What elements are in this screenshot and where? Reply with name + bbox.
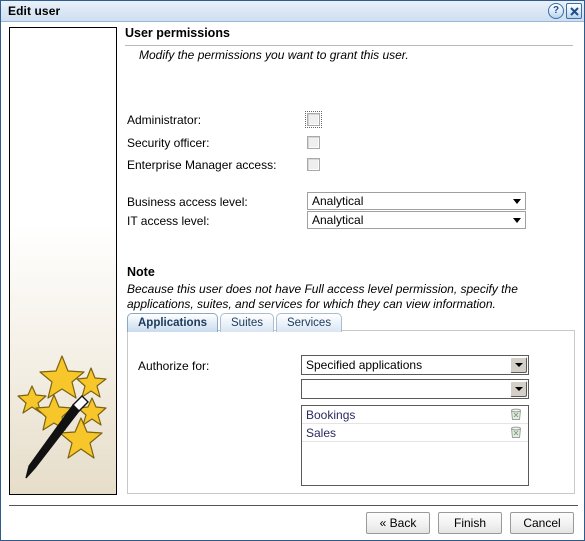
permission-label: Security officer:: [127, 136, 210, 150]
finish-button[interactable]: Finish: [438, 512, 502, 534]
tab-panel-applications: Authorize for: Specified applications Bo…: [127, 330, 575, 494]
trash-glyph: [510, 426, 522, 438]
wizard-sidebar: [9, 27, 117, 495]
it-access-level-select[interactable]: Analytical: [307, 211, 526, 229]
business-access-level-value: Analytical: [312, 194, 364, 208]
cancel-button[interactable]: Cancel: [510, 512, 574, 534]
trash-glyph: [510, 408, 522, 420]
help-icon[interactable]: ?: [548, 3, 564, 19]
chevron-down-icon: [510, 381, 527, 397]
it-access-level-row: IT access level: Analytical: [127, 211, 527, 231]
footer-divider: [9, 505, 578, 506]
magic-wand-icon: [16, 346, 112, 486]
tab-services[interactable]: Services: [275, 313, 343, 332]
tab-strip: Applications Suites Services: [127, 312, 343, 332]
list-item[interactable]: Bookings: [302, 406, 528, 424]
chevron-down-icon: [513, 199, 521, 204]
chevron-down-icon: [510, 357, 527, 373]
tab-applications[interactable]: Applications: [127, 313, 219, 332]
authorize-for-label: Authorize for:: [138, 359, 210, 373]
permission-row-security-officer: Security officer:: [127, 135, 457, 153]
business-access-level-select[interactable]: Analytical: [307, 192, 526, 210]
permission-row-enterprise-manager-access: Enterprise Manager access:: [127, 157, 457, 175]
permission-label: Administrator:: [127, 113, 202, 127]
window-title: Edit user: [8, 4, 61, 18]
trash-icon[interactable]: [510, 426, 522, 439]
it-access-level-label: IT access level:: [127, 214, 210, 228]
business-access-level-label: Business access level:: [127, 195, 248, 209]
tab-suites[interactable]: Suites: [220, 313, 274, 332]
trash-icon[interactable]: [510, 408, 522, 421]
note-body: Because this user does not have Full acc…: [127, 282, 518, 311]
authorized-applications-list[interactable]: Bookings Sales: [301, 405, 529, 486]
page-title: User permissions: [125, 26, 230, 40]
back-button[interactable]: « Back: [366, 512, 430, 534]
note-title: Note: [127, 265, 155, 279]
add-application-select[interactable]: [301, 379, 529, 399]
close-icon[interactable]: [566, 3, 582, 19]
security-officer-checkbox[interactable]: [307, 136, 320, 149]
title-bar: Edit user ?: [1, 1, 584, 22]
authorize-for-select[interactable]: Specified applications: [301, 355, 529, 375]
permission-label: Enterprise Manager access:: [127, 158, 277, 172]
title-divider: [125, 45, 573, 46]
close-glyph: [569, 6, 579, 16]
permission-row-administrator: Administrator:: [127, 111, 457, 130]
it-access-level-value: Analytical: [312, 213, 364, 227]
chevron-down-icon: [513, 218, 521, 223]
list-item-label: Sales: [306, 425, 337, 440]
window-controls: ?: [548, 3, 582, 19]
main-content: User permissions Modify the permissions …: [125, 23, 580, 495]
business-access-level-row: Business access level: Analytical: [127, 192, 527, 212]
edit-user-dialog: Edit user ? User permissions Modify the …: [0, 0, 585, 541]
list-item-label: Bookings: [306, 407, 356, 422]
page-subtitle: Modify the permissions you want to grant…: [139, 48, 409, 62]
enterprise-manager-access-checkbox[interactable]: [307, 158, 320, 171]
authorize-for-value: Specified applications: [306, 358, 423, 372]
administrator-checkbox[interactable]: [305, 111, 322, 128]
list-item[interactable]: Sales: [302, 424, 528, 442]
footer-buttons: « Back Finish Cancel: [366, 512, 574, 534]
magic-wand-graphic: [17, 355, 107, 479]
